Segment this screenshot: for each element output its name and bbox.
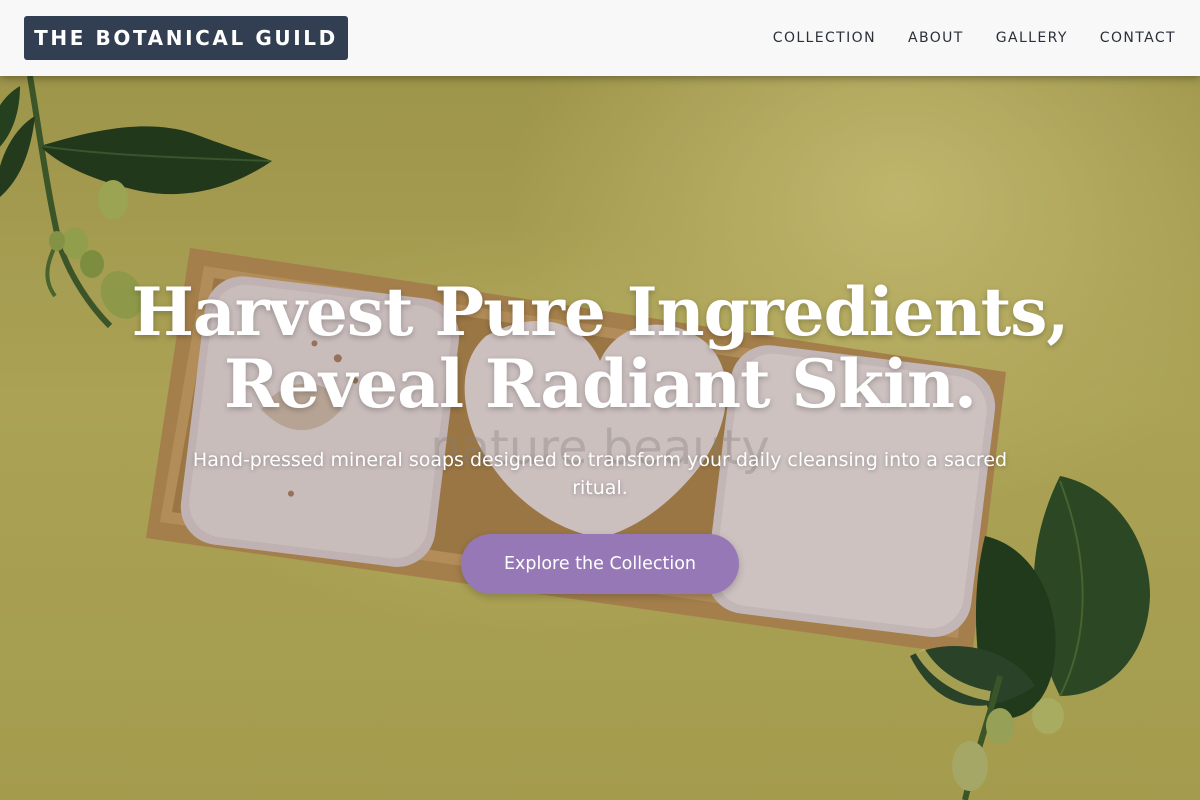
nav-link-about[interactable]: ABOUT bbox=[908, 28, 964, 48]
hero-headline-line-1: Harvest Pure Ingredients, bbox=[131, 273, 1070, 351]
nav-link-gallery[interactable]: GALLERY bbox=[996, 28, 1068, 48]
site-header: THE BOTANICAL GUILD COLLECTION ABOUT GAL… bbox=[0, 0, 1200, 76]
main-nav: COLLECTION ABOUT GALLERY CONTACT bbox=[773, 28, 1176, 48]
brand-logo[interactable]: THE BOTANICAL GUILD bbox=[24, 16, 348, 60]
hero-subtitle: Hand-pressed mineral soaps designed to t… bbox=[192, 449, 1008, 499]
hero-headline-line-2: Reveal Radiant Skin. bbox=[224, 345, 977, 423]
hero-overlay bbox=[0, 76, 1200, 800]
hero-section: nature beauty Harvest Pure Ingredients, … bbox=[0, 76, 1200, 800]
explore-collection-button[interactable]: Explore the Collection bbox=[461, 534, 739, 594]
nav-link-contact[interactable]: CONTACT bbox=[1100, 28, 1176, 48]
nav-link-collection[interactable]: COLLECTION bbox=[773, 28, 876, 48]
hero-headline: Harvest Pure Ingredients, Reveal Radiant… bbox=[0, 276, 1200, 420]
